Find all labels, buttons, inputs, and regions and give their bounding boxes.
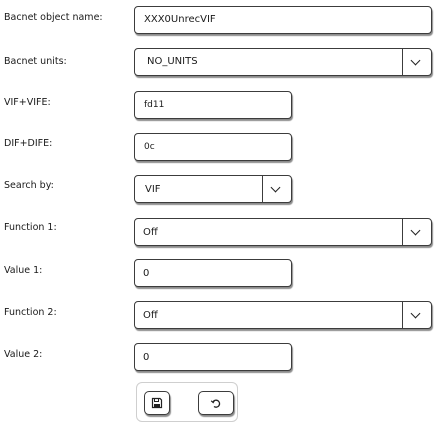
value-2-label: Value 2: — [4, 349, 43, 360]
search-by-select[interactable]: VIF — [134, 175, 292, 203]
chevron-down-icon — [270, 182, 281, 193]
dif-dife-value: 0c — [144, 142, 155, 152]
chevron-down-icon — [410, 55, 421, 66]
function-1-select[interactable]: Off — [134, 218, 432, 246]
bacnet-units-label: Bacnet units: — [4, 56, 67, 67]
function-1-dropdown-button[interactable] — [402, 219, 431, 245]
dif-dife-input[interactable]: 0c — [134, 133, 292, 161]
chevron-down-icon — [410, 308, 421, 319]
undo-button[interactable] — [198, 391, 234, 415]
function-1-value: Off — [143, 227, 158, 238]
vif-vife-value: fd11 — [144, 100, 165, 110]
search-by-dropdown-button[interactable] — [262, 176, 291, 202]
value-1-value: 0 — [143, 268, 150, 279]
bacnet-object-name-value: XXX0UnrecVIF — [144, 14, 216, 25]
search-by-value: VIF — [145, 184, 161, 195]
function-1-label: Function 1: — [4, 222, 57, 233]
bacnet-units-select[interactable]: NO_UNITS — [134, 48, 432, 76]
bacnet-object-name-label: Bacnet object name: — [4, 12, 103, 23]
dif-dife-label: DIF+DIFE: — [4, 138, 53, 149]
vif-vife-input[interactable]: fd11 — [134, 91, 292, 119]
search-by-label: Search by: — [4, 180, 54, 191]
value-1-input[interactable]: 0 — [134, 259, 292, 287]
function-2-label: Function 2: — [4, 307, 57, 318]
chevron-down-icon — [410, 225, 421, 236]
value-2-value: 0 — [143, 352, 150, 363]
bacnet-units-dropdown-button[interactable] — [402, 49, 431, 75]
save-button[interactable] — [144, 391, 170, 415]
function-2-select[interactable]: Off — [134, 301, 432, 329]
function-2-dropdown-button[interactable] — [402, 302, 431, 328]
function-2-value: Off — [143, 310, 158, 321]
vif-vife-label: VIF+VIFE: — [4, 97, 51, 108]
undo-icon — [210, 399, 221, 408]
bacnet-units-value: NO_UNITS — [147, 56, 198, 67]
bacnet-object-name-input[interactable]: XXX0UnrecVIF — [134, 6, 432, 34]
save-icon — [151, 397, 163, 409]
value-1-label: Value 1: — [4, 265, 43, 276]
value-2-input[interactable]: 0 — [134, 343, 292, 371]
